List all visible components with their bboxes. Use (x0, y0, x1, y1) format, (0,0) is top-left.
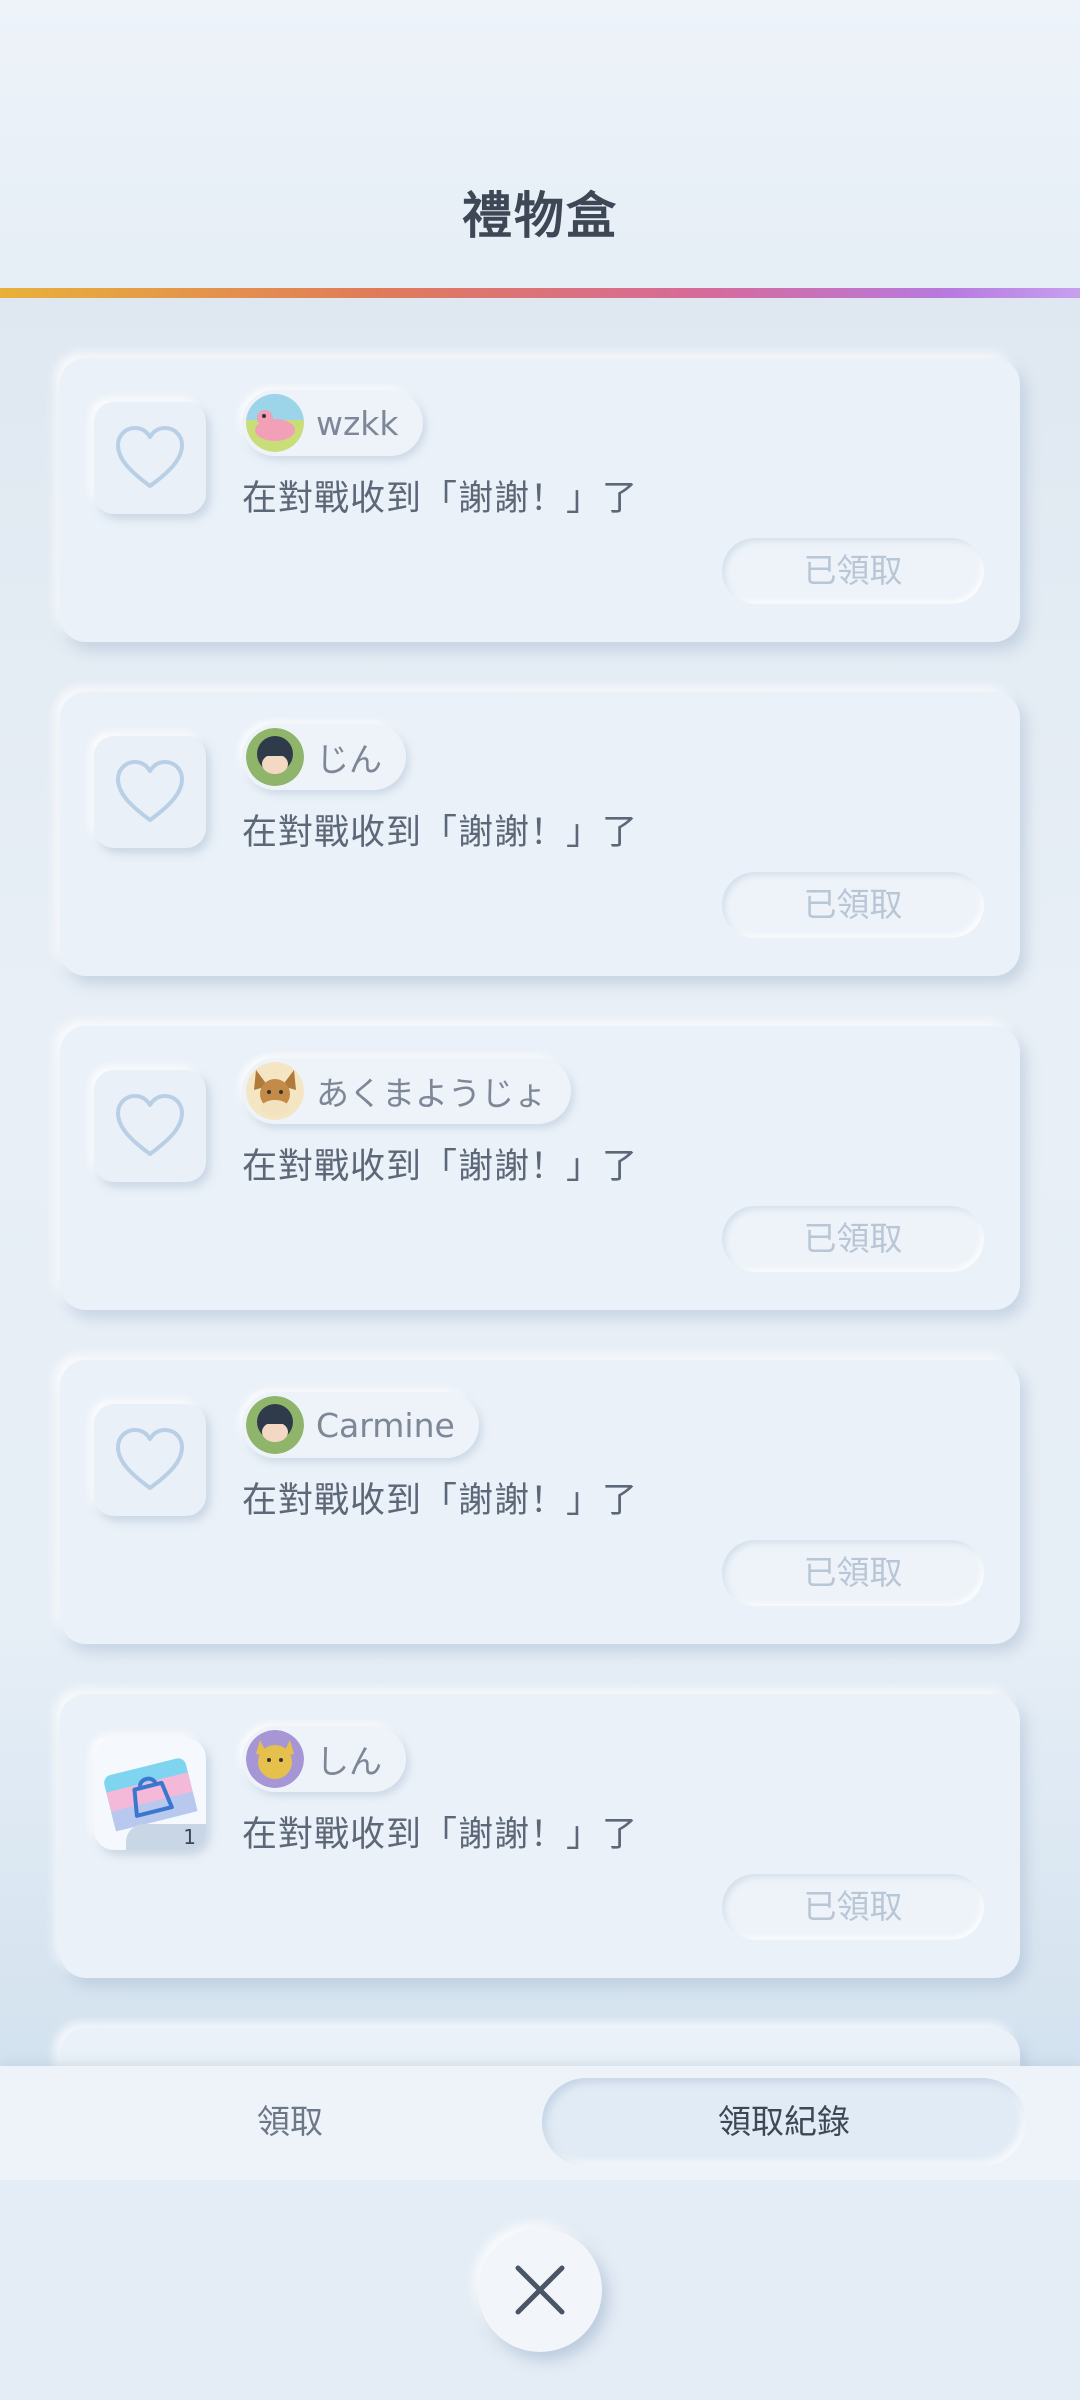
gift-icon-box: 1 (94, 1738, 206, 1850)
gift-icon-box (94, 1070, 206, 1182)
tab-claim-history[interactable]: 領取紀錄 (542, 2078, 1026, 2166)
gift-card: じん 在對戰收到「謝謝！」了 已領取 (60, 692, 1020, 976)
claimed-button[interactable]: 已領取 (722, 538, 984, 604)
close-button[interactable] (478, 2228, 602, 2352)
gift-message: 在對戰收到「謝謝！」了 (242, 1481, 639, 1521)
sender-name: しん (316, 1742, 382, 1781)
eevee-avatar (246, 1062, 304, 1120)
gift-message: 在對戰收到「謝謝！」了 (242, 479, 639, 519)
tab-claim[interactable]: 領取 (40, 2078, 540, 2166)
sender-name: Carmine (316, 1405, 455, 1445)
heart-icon (116, 426, 184, 488)
header: 禮物盒 (0, 0, 1080, 290)
claimed-button[interactable]: 已領取 (722, 1874, 984, 1940)
page-title: 禮物盒 (462, 187, 618, 245)
heart-icon (116, 1428, 184, 1490)
sender-name: あくまようじょ (316, 1074, 547, 1113)
sender-name: じん (316, 740, 382, 779)
heart-icon (116, 1094, 184, 1156)
claimed-button[interactable]: 已領取 (722, 872, 984, 938)
sender-pill[interactable]: あくまようじょ (242, 1058, 571, 1124)
sender-pill[interactable]: wzkk (242, 390, 423, 456)
sender-pill[interactable]: Carmine (242, 1392, 479, 1458)
heart-icon (116, 760, 184, 822)
pink-creature-avatar (246, 394, 304, 452)
gift-quantity: 1 (126, 1824, 206, 1850)
dark-hair-trainer-avatar (246, 728, 304, 786)
claimed-button[interactable]: 已領取 (722, 1206, 984, 1272)
gift-message: 在對戰收到「謝謝！」了 (242, 1815, 639, 1855)
gift-card (60, 2028, 1020, 2070)
tab-bar: 領取 領取紀錄 (0, 2066, 1080, 2180)
gift-card: 1 しん 在對戰收到「謝謝！」了 已領取 (60, 1694, 1020, 1978)
gift-icon-box (94, 736, 206, 848)
sender-pill[interactable]: じん (242, 724, 406, 790)
sender-pill[interactable]: しん (242, 1726, 406, 1792)
yellow-creature-avatar (246, 1730, 304, 1788)
sender-name: wzkk (316, 403, 399, 443)
gift-message: 在對戰收到「謝謝！」了 (242, 1147, 639, 1187)
gift-card: あくまようじょ 在對戰收到「謝謝！」了 已領取 (60, 1026, 1020, 1310)
claimed-button[interactable]: 已領取 (722, 1540, 984, 1606)
close-icon (515, 2265, 565, 2315)
gift-icon-box (94, 1404, 206, 1516)
dark-hair-trainer-avatar (246, 1396, 304, 1454)
gift-message: 在對戰收到「謝謝！」了 (242, 813, 639, 853)
header-accent-bar (0, 288, 1080, 298)
gift-icon-box (94, 402, 206, 514)
gift-card: wzkk 在對戰收到「謝謝！」了 已領取 (60, 358, 1020, 642)
gift-list[interactable]: wzkk 在對戰收到「謝謝！」了 已領取 じん 在對戰收到「謝謝！」了 已領取 (0, 298, 1080, 2070)
gift-card: Carmine 在對戰收到「謝謝！」了 已領取 (60, 1360, 1020, 1644)
